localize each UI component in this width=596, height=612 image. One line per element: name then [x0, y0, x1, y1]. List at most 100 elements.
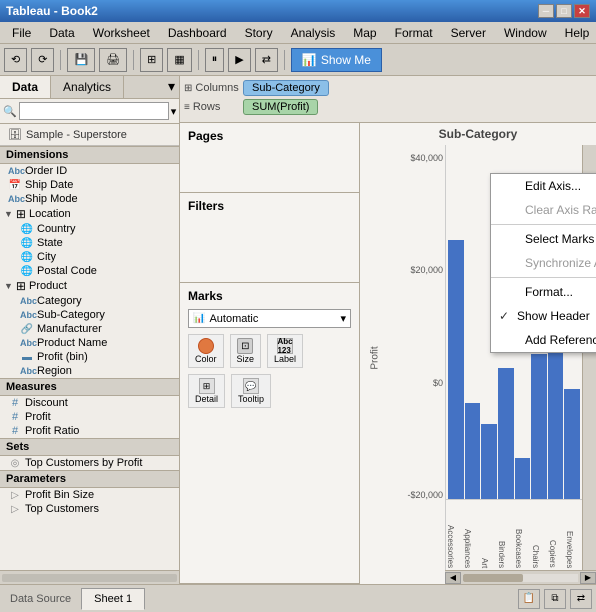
menu-map[interactable]: Map	[345, 24, 384, 42]
toolbar-save[interactable]: 💾	[67, 48, 95, 72]
left-panel-scrollbar[interactable]	[0, 570, 179, 584]
columns-pill[interactable]: Sub-Category	[243, 80, 329, 96]
scroll-left-btn[interactable]: ◀	[445, 572, 461, 584]
toolbar: ⟲ ⟳ 💾 🖨 ⊞ ▦ ⏸ ▶ ⇄ 📊 Show Me	[0, 44, 596, 76]
set-top-customers[interactable]: ◎ Top Customers by Profit	[0, 456, 179, 470]
toolbar-run[interactable]: ▶	[228, 48, 250, 72]
search-input[interactable]	[19, 102, 169, 120]
rows-pill[interactable]: SUM(Profit)	[243, 99, 318, 115]
menu-format[interactable]: Format	[387, 24, 441, 42]
menu-data[interactable]: Data	[41, 24, 82, 42]
toolbar-connect[interactable]: ⊞	[140, 48, 163, 72]
sheet-tab-1[interactable]: Sheet 1	[81, 588, 145, 610]
dim-state[interactable]: 🌐 State	[0, 236, 179, 250]
measure-profit-ratio[interactable]: # Profit Ratio	[0, 424, 179, 438]
y-axis-label-container: Profit	[360, 145, 390, 570]
marks-row2: ⊞ Detail 💬 Tooltip	[188, 374, 351, 408]
measure-label: Profit Ratio	[25, 425, 79, 437]
tooltip-button[interactable]: 💬 Tooltip	[231, 374, 271, 408]
tab-analytics[interactable]: Analytics	[51, 76, 124, 98]
context-select-marks[interactable]: Select Marks	[491, 227, 596, 251]
dim-product-name[interactable]: Abc Product Name	[0, 336, 179, 350]
search-icon: 🔍	[3, 105, 17, 118]
dim-postal-code[interactable]: 🌐 Postal Code	[0, 264, 179, 278]
dim-region[interactable]: Abc Region	[0, 364, 179, 378]
menu-window[interactable]: Window	[496, 24, 555, 42]
sets-header: Sets	[0, 438, 179, 456]
dim-profit-bin[interactable]: ▬ Profit (bin)	[0, 350, 179, 364]
context-edit-axis[interactable]: Edit Axis...	[491, 174, 596, 198]
dim-subcategory[interactable]: Abc Sub-Category	[0, 308, 179, 322]
dim-label: Sub-Category	[37, 309, 105, 321]
menu-worksheet[interactable]: Worksheet	[85, 24, 158, 42]
globe-icon: 🌐	[20, 266, 34, 277]
param-profit-bin-size[interactable]: ▷ Profit Bin Size	[0, 488, 179, 502]
group-product[interactable]: ▼ ⊞ Product	[0, 278, 179, 294]
measure-profit[interactable]: # Profit	[0, 410, 179, 424]
dim-city[interactable]: 🌐 City	[0, 250, 179, 264]
color-icon	[198, 338, 214, 354]
datasource-item[interactable]: 🗄 Sample - Superstore	[0, 124, 179, 146]
x-label-binders: Binders	[497, 500, 514, 570]
minimize-button[interactable]: ─	[538, 4, 554, 18]
label-button[interactable]: Abc123 Label	[267, 334, 303, 368]
chart-scrollbar-h[interactable]: ◀ ▶	[445, 570, 596, 584]
datasource-tab-label[interactable]: Data Source	[4, 593, 77, 605]
scroll-right-btn[interactable]: ▶	[580, 572, 596, 584]
swap-rows-cols-btn[interactable]: ⇄	[570, 589, 592, 609]
menu-help[interactable]: Help	[557, 24, 596, 42]
param-label: Profit Bin Size	[25, 489, 94, 501]
context-sync-axis: Synchronize Axis	[491, 251, 596, 275]
group-location[interactable]: ▼ ⊞ Location	[0, 206, 179, 222]
menu-analysis[interactable]: Analysis	[283, 24, 344, 42]
dimensions-header: Dimensions	[0, 146, 179, 164]
dim-ship-mode[interactable]: Abc Ship Mode	[0, 192, 179, 206]
size-button[interactable]: ⊡ Size	[230, 334, 262, 368]
window-controls: ─ □ ✕	[538, 4, 590, 18]
dim-category[interactable]: Abc Category	[0, 294, 179, 308]
show-me-button[interactable]: 📊 Show Me	[291, 48, 382, 72]
context-item-label: Show Header	[517, 309, 590, 323]
context-format[interactable]: Format...	[491, 280, 596, 304]
context-show-header[interactable]: ✓ Show Header	[491, 304, 596, 328]
toolbar-redo[interactable]: ⟳	[31, 48, 54, 72]
duplicate-worksheet-btn[interactable]: ⧉	[544, 589, 566, 609]
toolbar-extract[interactable]: ▦	[167, 48, 191, 72]
measure-discount[interactable]: # Discount	[0, 396, 179, 410]
new-worksheet-btn[interactable]: 📋	[518, 589, 540, 609]
tab-data[interactable]: Data	[0, 76, 51, 98]
marks-type-dropdown[interactable]: 📊 Automatic ▾	[188, 309, 351, 328]
toolbar-pause[interactable]: ⏸	[205, 48, 225, 72]
param-top-customers[interactable]: ▷ Top Customers	[0, 502, 179, 516]
dim-order-id[interactable]: Abc Order ID	[0, 164, 179, 178]
toolbar-print[interactable]: 🖨	[99, 48, 127, 72]
x-label-bookcases: Bookcases	[514, 500, 531, 570]
detail-button[interactable]: ⊞ Detail	[188, 374, 225, 408]
expand-arrow-icon: ▼	[4, 281, 13, 291]
set-label: Top Customers by Profit	[25, 457, 142, 469]
menu-server[interactable]: Server	[443, 24, 494, 42]
chart-icon: 📊	[302, 53, 317, 67]
menu-file[interactable]: File	[4, 24, 39, 42]
measures-header: Measures	[0, 378, 179, 396]
expand-arrow-icon: ▼	[4, 209, 13, 219]
context-sep-1	[491, 224, 596, 225]
close-button[interactable]: ✕	[574, 4, 590, 18]
context-add-reference[interactable]: Add Reference Line	[491, 328, 596, 352]
menu-story[interactable]: Story	[237, 24, 281, 42]
panel-menu-btn[interactable]: ▾	[164, 76, 179, 98]
scroll-thumb[interactable]	[463, 574, 523, 582]
cylinder-icon: 🗄	[8, 128, 22, 141]
rows-text: Rows	[193, 101, 221, 113]
dim-country[interactable]: 🌐 Country	[0, 222, 179, 236]
search-options-icon[interactable]: ▾	[171, 105, 177, 118]
bar-art	[481, 424, 497, 500]
dim-ship-date[interactable]: 📅 Ship Date	[0, 178, 179, 192]
menu-dashboard[interactable]: Dashboard	[160, 24, 235, 42]
color-button[interactable]: Color	[188, 334, 224, 368]
toolbar-undo[interactable]: ⟲	[4, 48, 27, 72]
context-clear-axis: Clear Axis Range	[491, 198, 596, 222]
dim-manufacturer[interactable]: 🔗 Manufacturer	[0, 322, 179, 336]
maximize-button[interactable]: □	[556, 4, 572, 18]
toolbar-swap[interactable]: ⇄	[255, 48, 278, 72]
